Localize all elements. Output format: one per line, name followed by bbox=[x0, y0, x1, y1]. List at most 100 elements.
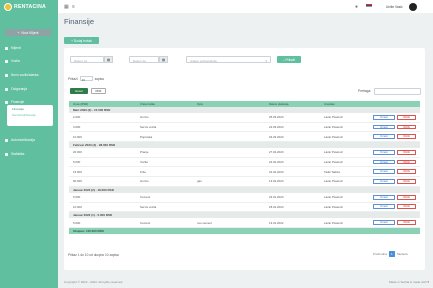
delete-button[interactable]: Obriši bbox=[397, 159, 416, 165]
table-cell: 5.000 bbox=[73, 160, 81, 165]
delete-button[interactable]: Obriši bbox=[397, 220, 416, 225]
edit-button[interactable]: Izmeni bbox=[373, 220, 395, 225]
table-cell: Gorivo bbox=[140, 115, 149, 120]
search-icon: ⌕ bbox=[282, 57, 285, 62]
sidebar-item[interactable]: Statistika bbox=[5, 151, 24, 157]
sidebar-item[interactable]: Vozila bbox=[5, 58, 20, 64]
edit-button[interactable]: Izmeni bbox=[373, 194, 395, 200]
menu-icon[interactable]: ≡ bbox=[72, 4, 75, 10]
grid-icon[interactable]: ▦ bbox=[64, 4, 69, 10]
row-actions: Izmeni Obriši bbox=[369, 124, 420, 130]
nav-icon bbox=[5, 138, 8, 142]
search-label: Pretraga: bbox=[358, 89, 372, 93]
calendar-icon[interactable]: ▦ bbox=[159, 56, 168, 63]
edit-button[interactable]: Izmeni bbox=[373, 150, 395, 155]
finance-submenu: Finansije Servis/održavanje bbox=[7, 105, 53, 126]
table-cell: Lazar Pavlović bbox=[324, 150, 343, 155]
sidebar-item[interactable]: Automobilizacija bbox=[5, 137, 35, 143]
sidebar-item-label: Novo vozilo/stavka bbox=[11, 73, 39, 77]
edit-button[interactable]: Izmeni bbox=[373, 134, 395, 140]
user-name[interactable]: Uniše Vasić bbox=[386, 5, 403, 9]
delete-button[interactable]: Obriši bbox=[397, 179, 416, 184]
column-header[interactable]: Datum plaćanja bbox=[265, 102, 320, 106]
table-row: 5.000 Vozila 24.02.2023 Lazar Pavlović Izmen… bbox=[69, 158, 420, 168]
serbia-flag-icon[interactable] bbox=[366, 4, 372, 8]
table-cell: 24.02.2023 bbox=[269, 160, 284, 165]
new-client-button[interactable]: + Novi Klijent bbox=[5, 29, 51, 36]
search-input[interactable] bbox=[374, 88, 421, 95]
table-cell: 2.000 bbox=[73, 115, 81, 120]
finance-card: Datum od ▦ Datum do ▦ Izaberi vozilo/sta… bbox=[64, 48, 425, 270]
calendar-icon[interactable]: ▦ bbox=[104, 56, 113, 63]
column-header[interactable]: Iznos (RSD) bbox=[69, 102, 136, 106]
column-header[interactable]: Unosilac bbox=[320, 102, 369, 106]
submenu-item-service[interactable]: Servis/održavanje bbox=[7, 111, 53, 117]
next-page-button[interactable]: Sledeća bbox=[397, 252, 408, 256]
edit-button[interactable]: Izmeni bbox=[373, 169, 395, 175]
row-actions: Izmeni Obriši bbox=[369, 114, 420, 120]
table-cell: gas bbox=[197, 179, 202, 184]
row-actions: Izmeni Obriši bbox=[369, 169, 420, 175]
add-expense-button[interactable]: + Dodaj trošak bbox=[64, 37, 99, 44]
table-cell: Lazar Pavlović bbox=[324, 220, 343, 225]
page-1-button[interactable]: 1 bbox=[388, 251, 395, 257]
delete-button[interactable]: Obriši bbox=[397, 194, 416, 200]
table-cell: Pranje bbox=[140, 150, 149, 155]
sidebar-item[interactable]: Klijenti bbox=[5, 45, 21, 51]
prev-page-button[interactable]: Prethodna bbox=[373, 252, 387, 256]
table-cell: 15.000 bbox=[73, 169, 82, 174]
table-cell: Servis vozila bbox=[140, 204, 157, 209]
expense-table: Iznos (RSD) Vrsta troška Opis Datum plać… bbox=[69, 101, 420, 234]
sidebar-item[interactable]: Osiguranja bbox=[5, 86, 27, 92]
table-cell: ovo cement bbox=[197, 220, 212, 225]
date-from-input[interactable]: Datum od bbox=[70, 56, 104, 63]
table-cell: Cement bbox=[140, 195, 151, 200]
table-cell: Servis vozila bbox=[140, 125, 157, 130]
page-length-label: Prikaži bbox=[68, 76, 78, 81]
delete-button[interactable]: Obriši bbox=[397, 204, 416, 210]
show-button[interactable]: ⌕ Prikaži bbox=[277, 56, 301, 63]
excel-export-button[interactable]: Excel bbox=[70, 88, 88, 94]
row-actions: Izmeni Obriši bbox=[369, 159, 420, 165]
footer-credit: Made in Serbia & made with ♥ bbox=[389, 280, 429, 284]
delete-button[interactable]: Obriši bbox=[397, 124, 416, 130]
table-cell: Lazar Pavlović bbox=[324, 195, 343, 200]
column-header[interactable]: Opis bbox=[193, 102, 265, 106]
edit-button[interactable]: Izmeni bbox=[373, 179, 395, 184]
nav-icon bbox=[5, 87, 8, 91]
column-header[interactable]: Vrsta troška bbox=[136, 102, 193, 106]
delete-button[interactable]: Obriši bbox=[397, 150, 416, 155]
delete-button[interactable]: Obriši bbox=[397, 169, 416, 175]
date-to-input[interactable]: Datum do bbox=[129, 56, 159, 63]
table-row: 2.000 Gorivo 25.03.2023 Lazar Pavlović Izmen… bbox=[69, 113, 420, 123]
table-row: 15.000 Krše 22.02.2023 Tadić Tadića Izmeni Ob… bbox=[69, 167, 420, 178]
nav-icon bbox=[5, 73, 8, 77]
avatar[interactable] bbox=[409, 2, 417, 11]
page-title: Finansije bbox=[64, 17, 95, 26]
footer-credit-text: Made in Serbia & made with bbox=[389, 280, 427, 284]
vehicle-select-label: Izaberi vozilo/stavku bbox=[190, 58, 218, 63]
table-row: 10.000 Servis vozila 18.01.2023 Lazar Pavlo… bbox=[69, 203, 420, 213]
table-cell: Tadić Tadića bbox=[324, 169, 340, 174]
row-actions: Izmeni Obriši bbox=[369, 179, 420, 184]
new-client-label: Novi Klijent bbox=[21, 30, 39, 35]
sidebar-item-label: Automobilizacija bbox=[11, 138, 35, 142]
edit-button[interactable]: Izmeni bbox=[373, 124, 395, 130]
plus-icon: + bbox=[17, 30, 20, 35]
total-row: Ukupno: 115.000 RSD bbox=[69, 227, 420, 234]
edit-button[interactable]: Izmeni bbox=[373, 114, 395, 120]
delete-button[interactable]: Obriši bbox=[397, 114, 416, 120]
table-cell: 23.01.2023 bbox=[269, 195, 284, 200]
pdf-export-button[interactable]: PDF bbox=[91, 88, 106, 94]
edit-button[interactable]: Izmeni bbox=[373, 204, 395, 210]
page-length-select[interactable]: 10 bbox=[79, 76, 93, 82]
sidebar-item[interactable]: Novo vozilo/stavka bbox=[5, 72, 39, 78]
edit-button[interactable]: Izmeni bbox=[373, 159, 395, 165]
vehicle-select[interactable]: Izaberi vozilo/stavku ▾ bbox=[186, 56, 271, 63]
bell-icon[interactable]: ● bbox=[355, 4, 358, 10]
show-button-label: Prikaži bbox=[285, 57, 296, 62]
table-cell: Krše bbox=[140, 169, 146, 174]
delete-button[interactable]: Obriši bbox=[397, 134, 416, 140]
logo[interactable]: RENTACINA bbox=[4, 3, 46, 11]
heart-icon: ♥ bbox=[427, 280, 430, 284]
